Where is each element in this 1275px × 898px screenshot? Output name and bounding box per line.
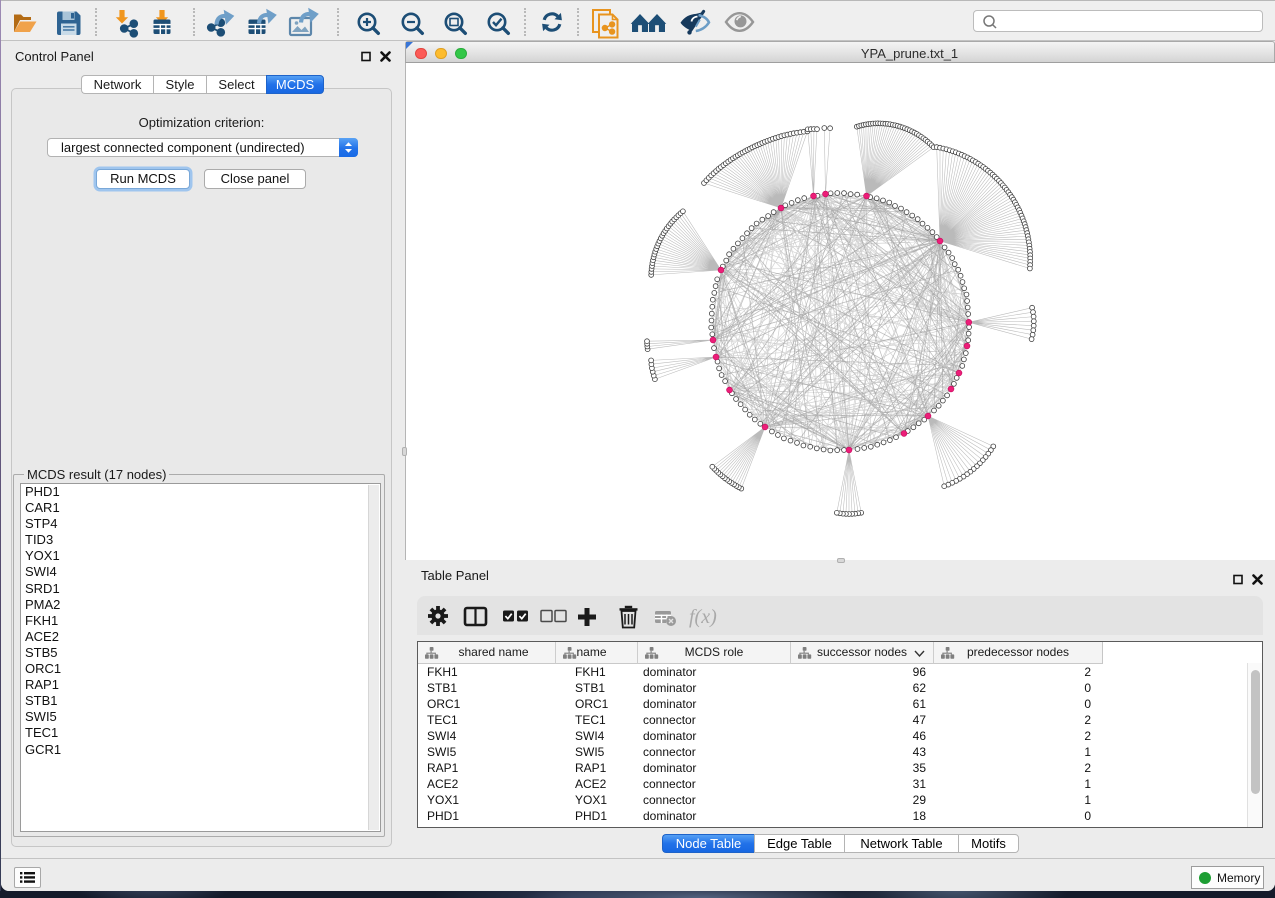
svg-text:f(x): f(x) <box>689 606 717 628</box>
